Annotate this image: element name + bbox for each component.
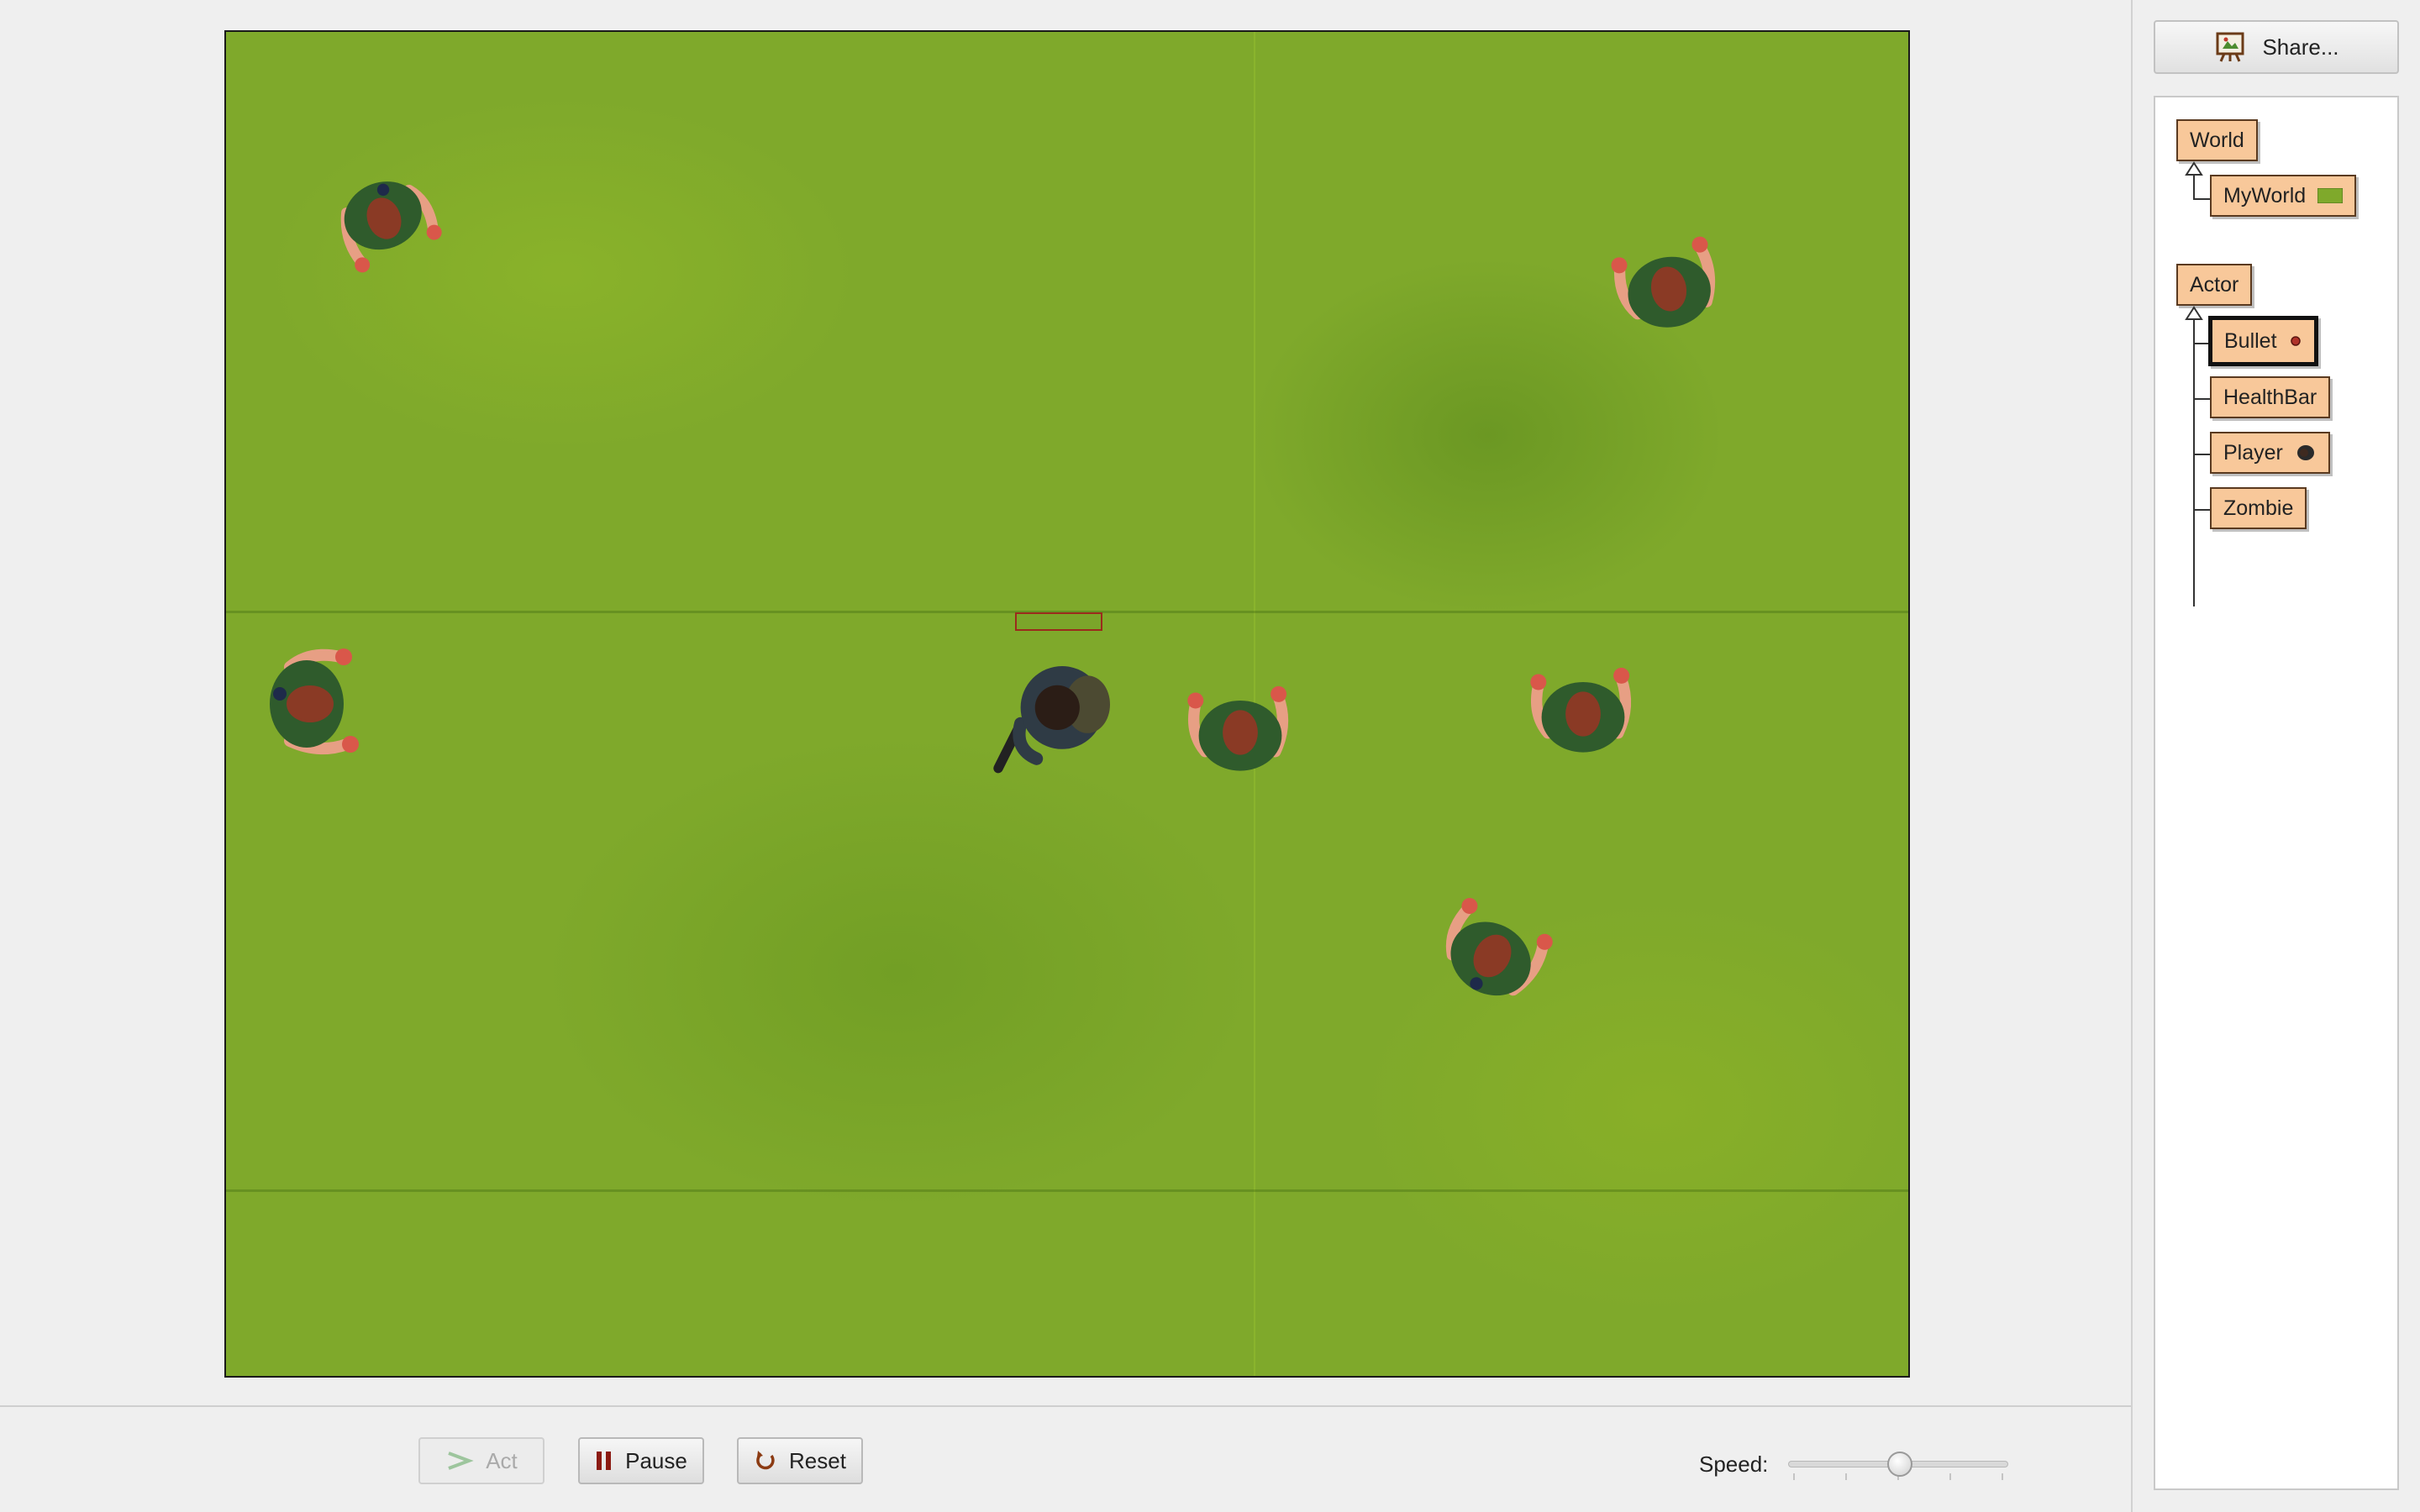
inheritance-line [2193, 454, 2210, 455]
reset-icon [756, 1451, 775, 1470]
inheritance-line [2193, 509, 2210, 511]
class-myworld[interactable]: MyWorld [2210, 175, 2357, 217]
game-world[interactable] [224, 30, 1910, 1378]
slider-tick [1793, 1473, 1795, 1480]
zombie-actor[interactable] [1503, 630, 1663, 798]
reset-label: Reset [789, 1447, 846, 1473]
inheritance-line [2193, 319, 2195, 606]
inheritance-line [2193, 198, 2210, 200]
zombie-actor[interactable] [1413, 872, 1572, 1040]
scenario-board-icon [2216, 32, 2244, 62]
pause-icon [597, 1452, 612, 1470]
share-button[interactable]: Share... [2154, 20, 2399, 74]
class-zombie[interactable]: Zombie [2210, 487, 2307, 529]
slider-tick [2002, 1473, 2003, 1480]
class-diagram-panel: World MyWorld Actor Bullet HealthBar Pla… [2154, 96, 2399, 1490]
class-actor[interactable]: Actor [2176, 264, 2253, 306]
class-world[interactable]: World [2176, 119, 2258, 161]
panel-separator [2131, 0, 2133, 1512]
inheritance-arrow-icon [2185, 161, 2203, 176]
inheritance-line [2193, 343, 2210, 344]
class-player[interactable]: Player [2210, 432, 2330, 474]
zombie-actor[interactable] [308, 134, 460, 302]
pause-button[interactable]: Pause [578, 1437, 704, 1484]
slider-tick [1845, 1473, 1847, 1480]
class-healthbar[interactable]: HealthBar [2210, 376, 2331, 418]
zombie-actor[interactable] [1589, 205, 1749, 373]
main-area: Act Pause Reset Speed: [0, 0, 2131, 1512]
pause-label: Pause [625, 1447, 687, 1473]
class-zombie-label: Zombie [2223, 496, 2294, 520]
class-healthbar-label: HealthBar [2223, 385, 2317, 409]
class-bullet[interactable]: Bullet [2208, 316, 2318, 366]
class-actor-label: Actor [2190, 272, 2239, 297]
player-health-bar [1015, 612, 1102, 631]
speed-label: Speed: [1699, 1452, 1769, 1477]
class-player-label: Player [2223, 440, 2283, 465]
zombie-actor[interactable] [1160, 648, 1320, 816]
bullet-thumbnail-icon [2290, 336, 2301, 346]
share-label: Share... [2262, 34, 2339, 60]
player-thumbnail-icon [2296, 445, 2314, 460]
act-label: Act [486, 1447, 518, 1473]
control-bar-divider [0, 1405, 2131, 1407]
class-bullet-label: Bullet [2224, 328, 2277, 353]
speed-slider[interactable] [1788, 1452, 2008, 1485]
zombie-actor[interactable] [226, 620, 394, 788]
act-button[interactable]: Act [418, 1437, 544, 1484]
class-myworld-label: MyWorld [2223, 183, 2307, 207]
grass-tile-seam [226, 1189, 1908, 1192]
player-actor[interactable] [982, 630, 1142, 798]
slider-tick [1949, 1473, 1951, 1480]
class-world-label: World [2190, 128, 2244, 152]
reset-button[interactable]: Reset [737, 1437, 863, 1484]
grass-thumbnail-icon [2317, 188, 2344, 203]
speed-slider-thumb[interactable] [1887, 1452, 1912, 1477]
inheritance-line [2193, 398, 2210, 400]
step-arrow-icon [448, 1452, 474, 1470]
